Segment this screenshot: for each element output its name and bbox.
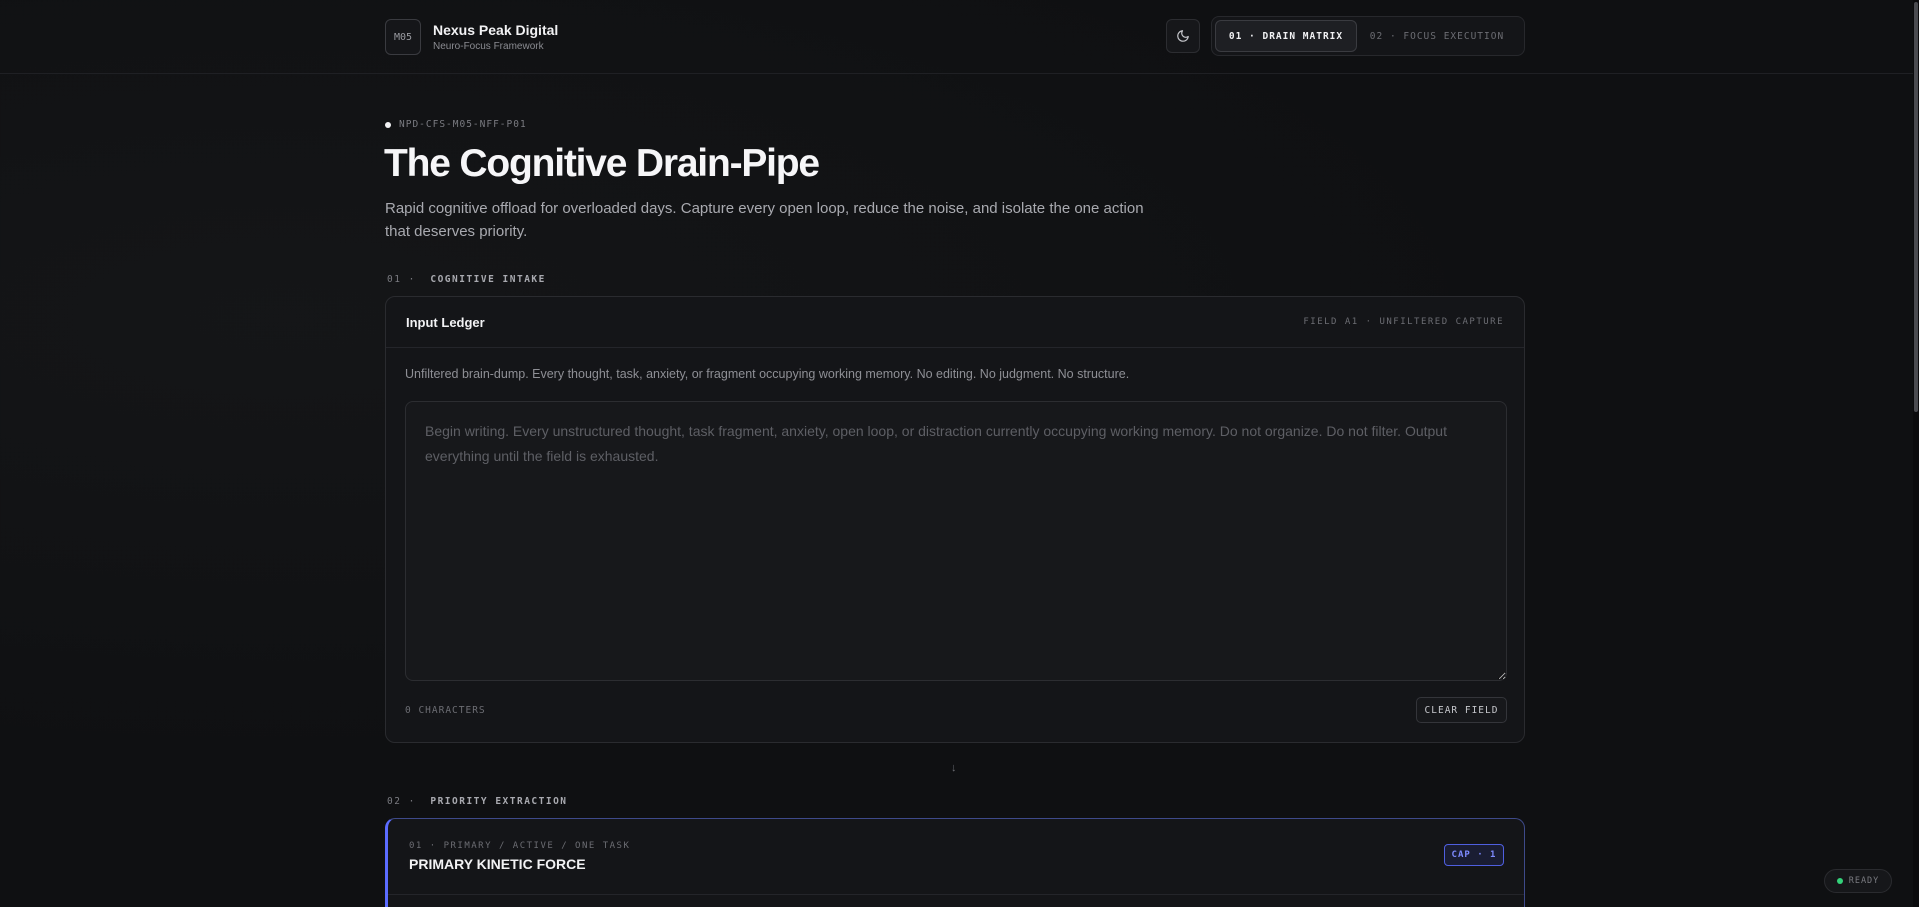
brain-dump-input[interactable]	[405, 401, 1507, 681]
card-header: Input Ledger FIELD A1 · UNFILTERED CAPTU…	[386, 297, 1524, 348]
clear-field-button[interactable]: CLEAR FIELD	[1416, 697, 1507, 723]
section-label-intake: 01 · COGNITIVE INTAKE	[387, 274, 546, 285]
flow-arrow-icon: ↓	[951, 762, 957, 774]
brand-text: Nexus Peak Digital Neuro-Focus Framework	[433, 21, 558, 54]
divider	[388, 894, 1524, 895]
page-title: The Cognitive Drain-Pipe	[384, 142, 820, 185]
section-number: 01 ·	[387, 274, 416, 285]
cap-badge: CAP · 1	[1444, 844, 1504, 866]
page-description: Rapid cognitive offload for overloaded d…	[385, 200, 1144, 240]
character-count: 0 CHARACTERS	[405, 705, 486, 716]
top-bar: M05 Nexus Peak Digital Neuro-Focus Frame…	[0, 0, 1919, 74]
tab-focus-execution[interactable]: 02 · FOCUS EXECUTION	[1357, 20, 1517, 52]
document-id-text: NPD-CFS-M05-NFF-P01	[399, 119, 527, 130]
logo-badge: M05	[385, 19, 421, 55]
card-description: Unfiltered brain-dump. Every thought, ta…	[405, 367, 1130, 381]
brand-subtitle: Neuro-Focus Framework	[433, 40, 544, 52]
input-ledger-card: Input Ledger FIELD A1 · UNFILTERED CAPTU…	[385, 296, 1525, 743]
brand-name: Nexus Peak Digital	[433, 21, 559, 38]
status-dot-icon	[385, 121, 391, 128]
status-indicator: READY	[1824, 869, 1892, 893]
theme-toggle-button[interactable]	[1166, 19, 1200, 53]
priority-title: PRIMARY KINETIC FORCE	[409, 856, 586, 872]
section-label-priority: 02 · PRIORITY EXTRACTION	[387, 796, 568, 807]
document-id: NPD-CFS-M05-NFF-P01	[385, 119, 527, 130]
view-tabs: 01 · DRAIN MATRIX 02 · FOCUS EXECUTION	[1211, 16, 1525, 56]
scrollbar-thumb[interactable]	[1914, 2, 1918, 412]
tab-drain-matrix[interactable]: 01 · DRAIN MATRIX	[1215, 20, 1357, 52]
primary-task-card: 01 · PRIMARY / ACTIVE / ONE TASK PRIMARY…	[385, 818, 1525, 907]
status-label: READY	[1848, 876, 1880, 886]
section-name: PRIORITY EXTRACTION	[430, 796, 568, 807]
brand[interactable]: M05 Nexus Peak Digital Neuro-Focus Frame…	[385, 19, 558, 55]
priority-meta: 01 · PRIMARY / ACTIVE / ONE TASK	[409, 841, 631, 851]
card-title: Input Ledger	[406, 314, 485, 330]
section-number: 02 ·	[387, 796, 416, 807]
moon-icon	[1177, 30, 1189, 42]
card-meta: FIELD A1 · UNFILTERED CAPTURE	[1303, 317, 1504, 327]
section-name: COGNITIVE INTAKE	[430, 274, 546, 285]
status-dot-icon	[1836, 878, 1843, 884]
